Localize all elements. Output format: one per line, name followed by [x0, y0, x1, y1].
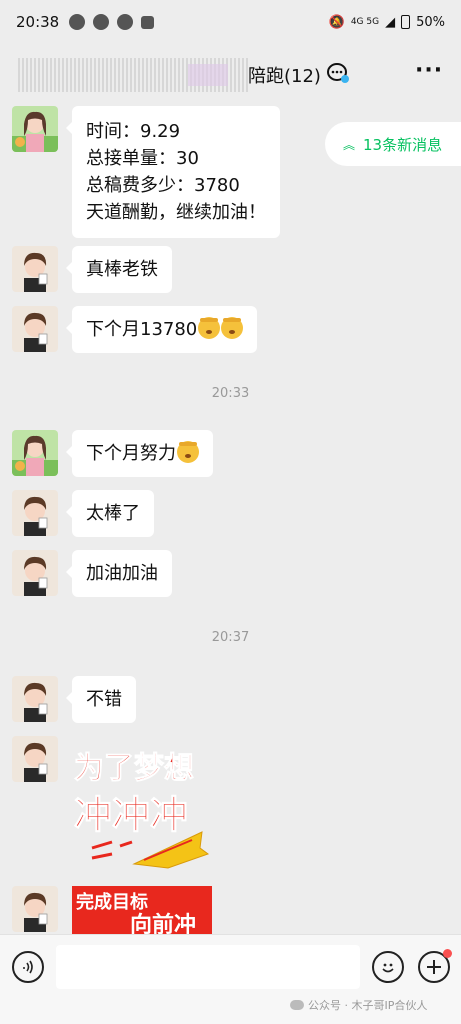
- message-text: 真棒老铁: [86, 259, 158, 280]
- message-text: 下个月13780: [86, 319, 198, 340]
- new-messages-label: 13条新消息: [363, 135, 443, 154]
- new-messages-button[interactable]: ︽ 13条新消息: [325, 122, 461, 166]
- message-line: 总稿费多少：3780: [86, 175, 240, 196]
- avatar-boy[interactable]: [12, 886, 58, 932]
- message-row: 下个月13780: [12, 306, 258, 353]
- avatar-girl[interactable]: [12, 430, 58, 476]
- emoji-icon[interactable]: [372, 951, 404, 983]
- notification-icons: [69, 14, 155, 30]
- avatar-boy[interactable]: [12, 490, 58, 536]
- group-name-blurred: [18, 58, 248, 92]
- message-bubble[interactable]: 不错: [66, 676, 136, 723]
- message-text: 太棒了: [86, 503, 140, 524]
- message-input[interactable]: [56, 945, 360, 989]
- mute-icon: 🔕: [328, 14, 345, 30]
- group-chat-icon[interactable]: [326, 62, 350, 84]
- watermark-text: 公众号 · 木子哥IP合伙人: [308, 999, 428, 1012]
- wechat-official-icon: [290, 1000, 304, 1010]
- salute-emoji-icon: [221, 317, 244, 339]
- chat-header: 陪跑(12) ···: [0, 44, 461, 104]
- sticker-text: 完成目标: [76, 891, 148, 913]
- message-bubble[interactable]: 加油加油: [66, 550, 172, 597]
- double-chevron-up-icon: ︽: [343, 137, 356, 152]
- calendar-icon: [117, 14, 134, 30]
- more-options-icon[interactable]: ···: [415, 58, 443, 83]
- sticker-text: 向前冲: [130, 912, 196, 934]
- avatar-girl[interactable]: [12, 106, 58, 152]
- message-bubble[interactable]: 下个月努力: [66, 430, 213, 477]
- message-row: 真棒老铁: [12, 246, 172, 293]
- message-row: 太棒了: [12, 490, 154, 537]
- system-icons: 🔕 4G 5G ◢ 50%: [329, 15, 445, 30]
- message-bubble[interactable]: 真棒老铁: [66, 246, 172, 293]
- timestamp: 20:33: [211, 386, 250, 401]
- message-row: [12, 736, 58, 782]
- battery-level: 50%: [416, 14, 445, 30]
- avatar-boy[interactable]: [12, 246, 58, 292]
- voice-input-icon[interactable]: [12, 951, 44, 983]
- message-text: 不错: [86, 689, 122, 710]
- timestamp: 20:37: [211, 630, 250, 645]
- message-bubble[interactable]: 时间：9.29 总接单量：30 总稿费多少：3780 天道酬勤，继续加油！: [66, 106, 280, 238]
- avatar-boy[interactable]: [12, 736, 58, 782]
- message-line: 时间：9.29: [86, 121, 181, 142]
- notification-dot: [443, 949, 452, 958]
- wechat-notification-icon: [69, 14, 86, 30]
- status-time: 20:38: [16, 13, 60, 31]
- salute-emoji-icon: [198, 317, 221, 339]
- signal-text: 4G 5G: [350, 17, 380, 27]
- avatar-boy[interactable]: [12, 676, 58, 722]
- watermark: 公众号 · 木子哥IP合伙人: [290, 997, 427, 1013]
- sticker-text: 为了梦想: [74, 751, 194, 786]
- avatar-boy[interactable]: [12, 550, 58, 596]
- message-bubble[interactable]: 下个月13780: [65, 306, 258, 353]
- group-title[interactable]: 陪跑(12): [248, 62, 321, 88]
- sticker-text: 冲冲冲: [74, 793, 188, 837]
- message-row: [12, 886, 58, 932]
- battery-icon: [401, 15, 411, 29]
- message-text: 下个月努力: [86, 443, 176, 464]
- message-bubble[interactable]: 太棒了: [66, 490, 154, 537]
- plus-icon[interactable]: [418, 949, 452, 983]
- mail-icon: [141, 15, 155, 29]
- sticker-goal[interactable]: 完成目标 向前冲: [72, 886, 212, 934]
- sticker-dream[interactable]: 为了梦想 冲冲冲: [72, 736, 212, 876]
- chat-area[interactable]: 时间：9.29 总接单量：30 总稿费多少：3780 天道酬勤，继续加油！ ︽ …: [0, 104, 461, 934]
- message-line: 天道酬勤，继续加油！: [86, 202, 266, 223]
- wechat-notification-icon-2: [93, 14, 110, 30]
- message-row: 不错: [12, 676, 136, 723]
- input-bar: 公众号 · 木子哥IP合伙人: [0, 934, 461, 1024]
- message-row: 下个月努力: [12, 430, 213, 477]
- message-text: 加油加油: [86, 563, 158, 584]
- signal-icon: ◢: [385, 14, 396, 30]
- message-row: 时间：9.29 总接单量：30 总稿费多少：3780 天道酬勤，继续加油！: [12, 106, 280, 238]
- status-bar: 20:38 🔕 4G 5G ◢ 50%: [0, 0, 461, 44]
- message-row: 加油加油: [12, 550, 172, 597]
- salute-emoji-icon: [177, 441, 199, 463]
- avatar-boy[interactable]: [12, 306, 58, 352]
- message-line: 总接单量：30: [86, 148, 199, 169]
